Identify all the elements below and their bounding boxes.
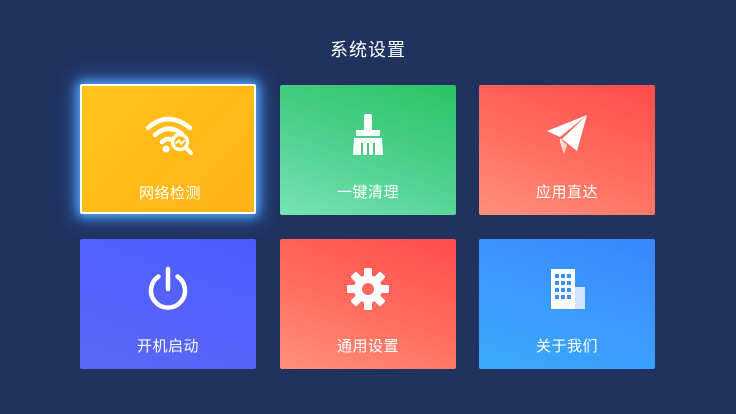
tile-label: 关于我们 xyxy=(535,337,598,355)
tile-app-direct[interactable]: 应用直达 xyxy=(479,85,655,215)
paper-plane-icon xyxy=(479,111,655,159)
tile-label: 网络检测 xyxy=(138,184,201,202)
tile-boot-startup[interactable]: 开机启动 xyxy=(80,239,256,369)
page-title: 系统设置 xyxy=(330,40,406,61)
building-icon xyxy=(479,265,655,313)
wifi-search-icon xyxy=(82,112,258,160)
gear-icon xyxy=(280,265,456,313)
power-icon xyxy=(80,265,256,313)
tile-network-check[interactable]: 网络检测 xyxy=(80,84,256,214)
tile-general-settings[interactable]: 通用设置 xyxy=(280,239,456,369)
broom-icon xyxy=(280,111,456,159)
tile-label: 通用设置 xyxy=(336,337,399,355)
tile-label: 开机启动 xyxy=(136,337,199,355)
tile-label: 应用直达 xyxy=(535,183,598,201)
tile-one-click-clean[interactable]: 一键清理 xyxy=(280,85,456,215)
tile-label: 一键清理 xyxy=(336,183,399,201)
tile-about-us[interactable]: 关于我们 xyxy=(479,239,655,369)
